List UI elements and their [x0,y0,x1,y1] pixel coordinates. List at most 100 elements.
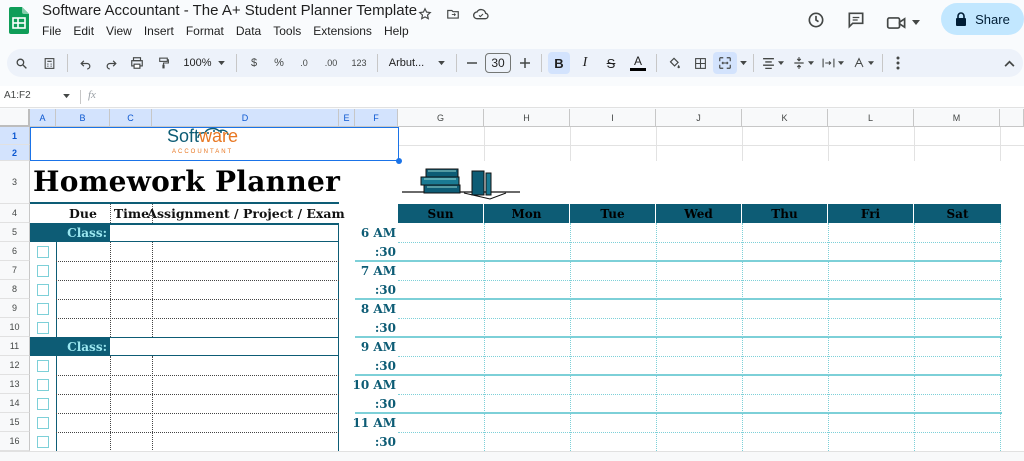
collapse-toolbar-icon[interactable] [995,49,1023,77]
share-button[interactable]: Share [941,3,1024,35]
menu-view[interactable]: View [106,24,132,38]
column-header-b[interactable]: B [56,109,110,127]
star-icon[interactable] [416,5,434,23]
bold-button[interactable]: B [548,52,570,74]
assignment-checkbox[interactable] [37,436,49,448]
fill-color-icon[interactable] [661,49,687,77]
font-size-decrease-button[interactable] [461,49,483,77]
menu-data[interactable]: Data [236,24,261,38]
borders-icon[interactable] [687,49,713,77]
column-header-a[interactable]: A [30,109,56,127]
move-folder-icon[interactable] [444,5,462,23]
column-header-f[interactable]: F [355,109,398,127]
menu-help[interactable]: Help [384,24,409,38]
formula-divider [80,90,81,104]
menu-edit[interactable]: Edit [73,24,94,38]
percent-format-button[interactable]: % [267,49,291,77]
text-rotation-icon[interactable] [848,49,878,77]
row-header-10[interactable]: 10 [0,318,30,337]
row-header-14[interactable]: 14 [0,394,30,413]
increase-decimal-button[interactable]: .00 [317,49,345,77]
row-header-8[interactable]: 8 [0,280,30,299]
menu-format[interactable]: Format [186,24,224,38]
meet-icon[interactable] [886,14,920,32]
italic-button[interactable]: I [572,49,598,77]
merge-cells-icon[interactable] [713,52,737,74]
strikethrough-button[interactable]: S [598,49,624,77]
comment-icon[interactable] [846,10,866,35]
merge-dropdown-icon[interactable] [737,49,749,77]
column-header-g[interactable]: G [398,109,484,127]
row-header-9[interactable]: 9 [0,299,30,318]
assignment-checkbox[interactable] [37,379,49,391]
assignment-checkbox[interactable] [37,417,49,429]
gridline [742,127,743,161]
menu-file[interactable]: File [42,24,61,38]
row-header-11[interactable]: 11 [0,337,30,356]
chevron-down-icon[interactable] [63,94,70,99]
gridline [1000,223,1001,461]
decrease-decimal-button[interactable]: .0 [291,49,317,77]
column-header-c[interactable]: C [110,109,152,127]
assignment-checkbox[interactable] [37,284,49,296]
font-size-increase-button[interactable] [513,49,537,77]
number-format-button[interactable]: 123 [345,49,373,77]
column-header-m[interactable]: M [914,109,1000,127]
time-label: 7 AM [360,263,396,278]
menu-insert[interactable]: Insert [144,24,174,38]
print-icon[interactable] [124,49,150,77]
class-input-1[interactable] [110,223,339,242]
assignment-checkbox[interactable] [37,322,49,334]
class-input-2[interactable] [110,337,339,356]
calculator-icon[interactable] [35,49,63,77]
column-header-overflow[interactable] [1000,109,1024,127]
search-menus-icon[interactable] [7,49,35,77]
row-header-2[interactable]: 2 [0,145,30,161]
font-size-input[interactable]: 30 [485,53,511,73]
sheets-logo-icon[interactable] [9,7,29,34]
assignment-checkbox[interactable] [37,265,49,277]
row-header-15[interactable]: 15 [0,413,30,432]
horizontal-align-icon[interactable] [758,49,788,77]
assignment-checkbox[interactable] [37,398,49,410]
document-title[interactable]: Software Accountant - The A+ Student Pla… [42,2,417,19]
column-header-k[interactable]: K [742,109,828,127]
column-header-i[interactable]: I [570,109,656,127]
row-header-4[interactable]: 4 [0,204,30,223]
formula-input[interactable] [104,88,1004,105]
column-header-e[interactable]: E [339,109,355,127]
cloud-status-icon[interactable] [472,5,490,23]
horizontal-scrollbar[interactable] [0,451,1024,461]
assignment-checkbox[interactable] [37,246,49,258]
menu-extensions[interactable]: Extensions [313,24,372,38]
row-header-3[interactable]: 3 [0,161,30,204]
row-header-12[interactable]: 12 [0,356,30,375]
select-all-corner[interactable] [0,109,30,127]
column-header-j[interactable]: J [656,109,742,127]
assignment-checkbox[interactable] [37,360,49,372]
column-header-h[interactable]: H [484,109,570,127]
vertical-align-icon[interactable] [788,49,818,77]
menu-tools[interactable]: Tools [273,24,301,38]
column-header-d[interactable]: D [152,109,339,127]
row-header-13[interactable]: 13 [0,375,30,394]
more-options-icon[interactable] [887,49,909,77]
assignment-checkbox[interactable] [37,303,49,315]
text-color-button[interactable]: A [624,49,652,77]
spreadsheet-grid[interactable]: A B C D E F G H I J K L M 1 2 3 4 5 6 7 … [0,109,1024,461]
paint-format-icon[interactable] [150,49,176,77]
row-header-1[interactable]: 1 [0,127,30,145]
row-header-5[interactable]: 5 [0,223,30,242]
text-wrapping-icon[interactable] [818,49,848,77]
column-header-l[interactable]: L [828,109,914,127]
day-header-tue: Tue [570,204,656,223]
undo-icon[interactable] [72,49,98,77]
zoom-select[interactable]: 100% [176,49,232,77]
currency-format-button[interactable]: $ [241,49,267,77]
row-header-16[interactable]: 16 [0,432,30,451]
redo-icon[interactable] [98,49,124,77]
font-select[interactable]: Arbut... [382,49,452,77]
row-header-6[interactable]: 6 [0,242,30,261]
history-icon[interactable] [806,10,826,35]
row-header-7[interactable]: 7 [0,261,30,280]
